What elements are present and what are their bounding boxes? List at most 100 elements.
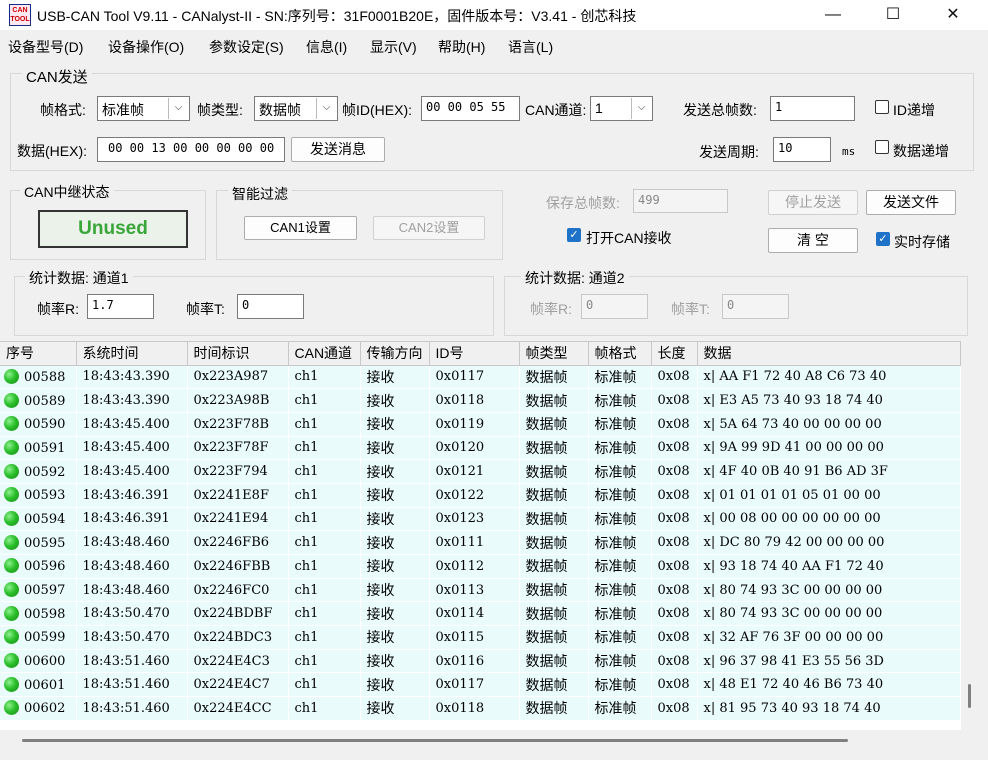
table-cell: ch1 bbox=[288, 578, 361, 603]
table-cell: x| 93 18 74 40 AA F1 72 40 bbox=[697, 554, 961, 579]
relay-status-badge: Unused bbox=[38, 210, 188, 248]
open-can-receive-checkbox[interactable]: ✓ bbox=[567, 228, 581, 242]
table-cell: 0x08 bbox=[651, 459, 698, 484]
frame-id-input[interactable]: 00 00 05 55 bbox=[421, 96, 520, 121]
table-horizontal-scrollbar[interactable] bbox=[22, 739, 848, 742]
menu-help[interactable]: 帮助(H) bbox=[438, 37, 485, 57]
menu-device-model[interactable]: 设备型号(D) bbox=[8, 37, 83, 57]
can-channel-select[interactable]: 1 ⌵ bbox=[590, 96, 653, 121]
table-cell: 标准帧 bbox=[588, 459, 652, 484]
send-message-button[interactable]: 发送消息 bbox=[291, 137, 385, 162]
green-dot-icon bbox=[4, 487, 19, 503]
stop-send-button[interactable]: 停止发送 bbox=[768, 190, 858, 215]
send-file-button[interactable]: 发送文件 bbox=[866, 190, 956, 215]
table-row[interactable]: 00588 18:43:43.390 0x223A987 ch1 接收 0x0117 数据帧… bbox=[0, 365, 961, 390]
column-header[interactable]: 序号 bbox=[0, 342, 77, 366]
green-dot-icon bbox=[4, 368, 19, 384]
table-row[interactable]: 00591 18:43:45.400 0x223F78F ch1 接收 0x0120 数据帧… bbox=[0, 436, 961, 461]
table-cell: ch1 bbox=[288, 649, 361, 674]
table-cell: ch1 bbox=[288, 388, 361, 413]
menu-info[interactable]: 信息(I) bbox=[306, 37, 347, 57]
table-row[interactable]: 00595 18:43:48.460 0x2246FB6 ch1 接收 0x0111 数据帧… bbox=[0, 530, 961, 555]
row-index: 00594 bbox=[24, 511, 66, 527]
id-increment-checkbox[interactable] bbox=[875, 100, 889, 114]
table-cell: 0x08 bbox=[651, 554, 698, 579]
row-index: 00589 bbox=[24, 393, 66, 409]
table-row[interactable]: 00600 18:43:51.460 0x224E4C3 ch1 接收 0x0116 数据帧… bbox=[0, 649, 961, 674]
menu-device-operation[interactable]: 设备操作(O) bbox=[108, 37, 184, 57]
table-row[interactable]: 00592 18:43:45.400 0x223F794 ch1 接收 0x0121 数据帧… bbox=[0, 459, 961, 484]
id-increment-label: ID递增 bbox=[893, 102, 935, 118]
green-dot-icon bbox=[4, 416, 19, 432]
data-hex-input[interactable]: 00 00 13 00 00 00 00 00 bbox=[97, 137, 285, 162]
realtime-save-checkbox[interactable]: ✓ bbox=[876, 232, 890, 246]
column-header[interactable]: 传输方向 bbox=[360, 342, 430, 366]
table-cell: 18:43:51.460 bbox=[76, 649, 188, 674]
table-row[interactable]: 00602 18:43:51.460 0x224E4CC ch1 接收 0x0118 数据帧… bbox=[0, 696, 961, 721]
chevron-down-icon[interactable]: ⌵ bbox=[631, 98, 651, 119]
title-bar: CAN TOOL USB-CAN Tool V9.11 - CANalyst-I… bbox=[0, 0, 988, 30]
table-row[interactable]: 00598 18:43:50.470 0x224BDBF ch1 接收 0x0114 数据帧… bbox=[0, 601, 961, 627]
send-period-input[interactable]: 10 bbox=[773, 137, 831, 162]
menu-view[interactable]: 显示(V) bbox=[370, 37, 417, 57]
rate-r-value: 1.7 bbox=[87, 294, 154, 319]
clear-button[interactable]: 清 空 bbox=[768, 228, 858, 253]
table-cell: 0x0118 bbox=[429, 696, 520, 721]
frame-type-select[interactable]: 数据帧 ⌵ bbox=[254, 96, 338, 121]
table-cell: 0x2246FB6 bbox=[187, 530, 289, 555]
frame-format-select[interactable]: 标准帧 ⌵ bbox=[97, 96, 190, 121]
column-header[interactable]: 帧类型 bbox=[519, 342, 589, 366]
table-cell: 18:43:50.470 bbox=[76, 601, 188, 627]
table-row[interactable]: 00601 18:43:51.460 0x224E4C7 ch1 接收 0x0117 数据帧… bbox=[0, 672, 961, 698]
table-cell: 0x08 bbox=[651, 649, 698, 674]
column-header[interactable]: ID号 bbox=[429, 342, 520, 366]
close-button[interactable]: ✕ bbox=[930, 0, 976, 30]
menu-parameter-settings[interactable]: 参数设定(S) bbox=[209, 37, 284, 57]
menu-language[interactable]: 语言(L) bbox=[508, 37, 553, 57]
table-cell: ch1 bbox=[288, 530, 361, 555]
row-index-cell: 00600 bbox=[0, 649, 77, 674]
table-cell: 数据帧 bbox=[519, 625, 589, 650]
table-row[interactable]: 00599 18:43:50.470 0x224BDC3 ch1 接收 0x0115 数据帧… bbox=[0, 625, 961, 650]
table-cell: 标准帧 bbox=[588, 412, 652, 437]
chevron-down-icon[interactable]: ⌵ bbox=[316, 98, 336, 119]
table-row[interactable]: 00597 18:43:48.460 0x2246FC0 ch1 接收 0x0113 数据帧… bbox=[0, 578, 961, 603]
column-header[interactable]: 数据 bbox=[697, 342, 961, 366]
table-row[interactable]: 00596 18:43:48.460 0x2246FBB ch1 接收 0x0112 数据帧… bbox=[0, 554, 961, 579]
minimize-button[interactable]: — bbox=[810, 0, 856, 30]
column-header[interactable]: 长度 bbox=[651, 342, 698, 366]
row-index-cell: 00601 bbox=[0, 672, 77, 698]
column-header[interactable]: 帧格式 bbox=[588, 342, 652, 366]
total-frames-input[interactable]: 1 bbox=[770, 96, 855, 121]
table-cell: 0x08 bbox=[651, 696, 698, 721]
table-vertical-scrollbar[interactable] bbox=[968, 684, 971, 708]
can1-settings-button[interactable]: CAN1设置 bbox=[244, 216, 357, 240]
frame-table[interactable]: 序号 系统时间 时间标识 CAN通道 传输方向 ID号 帧类型 帧格式 长度 数… bbox=[0, 341, 961, 730]
data-increment-checkbox[interactable] bbox=[875, 140, 889, 154]
column-header[interactable]: CAN通道 bbox=[288, 342, 361, 366]
table-cell: 0x0115 bbox=[429, 625, 520, 650]
table-cell: 标准帧 bbox=[588, 672, 652, 698]
table-cell: 数据帧 bbox=[519, 578, 589, 603]
table-cell: 18:43:45.400 bbox=[76, 459, 188, 484]
rate-r2-label: 帧率R: bbox=[530, 301, 572, 317]
green-dot-icon bbox=[4, 676, 19, 692]
table-row[interactable]: 00590 18:43:45.400 0x223F78B ch1 接收 0x0119 数据帧… bbox=[0, 412, 961, 437]
table-cell: 标准帧 bbox=[588, 625, 652, 650]
table-row[interactable]: 00594 18:43:46.391 0x2241E94 ch1 接收 0x0123 数据帧… bbox=[0, 507, 961, 532]
column-header[interactable]: 系统时间 bbox=[76, 342, 188, 366]
table-cell: 数据帧 bbox=[519, 507, 589, 532]
table-cell: 0x0120 bbox=[429, 436, 520, 461]
table-row[interactable]: 00589 18:43:43.390 0x223A98B ch1 接收 0x0118 数据帧… bbox=[0, 388, 961, 413]
chevron-down-icon[interactable]: ⌵ bbox=[168, 98, 188, 119]
green-dot-icon bbox=[4, 534, 19, 550]
table-cell: 0x0123 bbox=[429, 507, 520, 532]
table-row[interactable]: 00593 18:43:46.391 0x2241E8F ch1 接收 0x0122 数据帧… bbox=[0, 483, 961, 508]
can2-settings-button[interactable]: CAN2设置 bbox=[373, 216, 485, 240]
can-channel-value: 1 bbox=[595, 100, 603, 116]
row-index: 00588 bbox=[24, 369, 66, 385]
row-index: 00597 bbox=[24, 583, 66, 599]
maximize-button[interactable]: ☐ bbox=[870, 0, 916, 30]
frame-type-value: 数据帧 bbox=[259, 102, 301, 118]
column-header[interactable]: 时间标识 bbox=[187, 342, 289, 366]
